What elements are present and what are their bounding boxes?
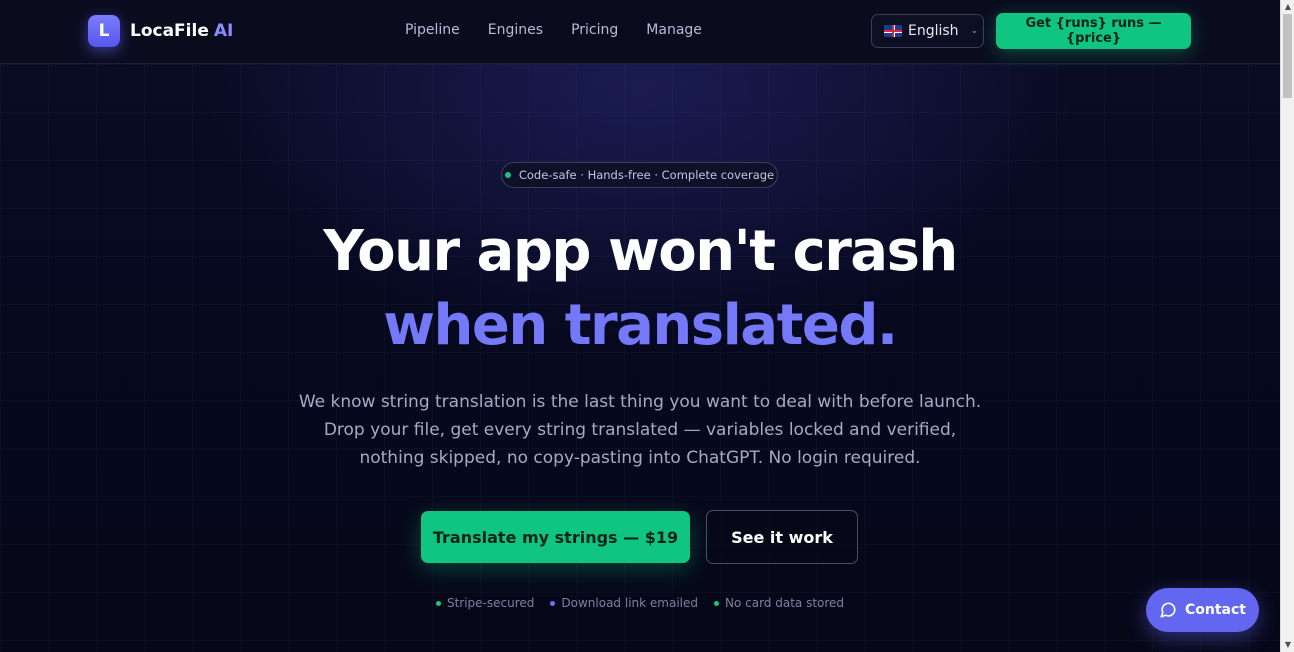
main-nav: Pipeline Engines Pricing Manage (405, 22, 702, 38)
logo-mark-icon: L (88, 15, 120, 47)
feature-pill-text: Code-safe · Hands-free · Complete covera… (518, 168, 775, 182)
hero-headline-accent: when translated. (383, 293, 898, 358)
scroll-thumb[interactable] (1283, 14, 1292, 98)
nav-link-engines[interactable]: Engines (488, 22, 543, 38)
trust-item-label: No card data stored (724, 596, 845, 610)
hero-headline: Your app won't crash (323, 219, 958, 284)
top-navbar: L LocaFile AI Pipeline Engines Pricing M… (0, 0, 1280, 64)
contact-button[interactable]: Contact (1146, 588, 1259, 632)
brand-logo[interactable]: L LocaFile AI (88, 15, 233, 47)
hero-subtext: We know string translation is the last t… (298, 392, 982, 468)
chevron-down-icon: ⌄ (970, 26, 979, 36)
brand-name: LocaFile (130, 21, 209, 41)
trust-badges: Stripe-secured Download link emailed No … (0, 596, 1280, 610)
trust-item: No card data stored (713, 596, 845, 610)
dot-icon (435, 600, 441, 606)
scroll-up-arrow-icon[interactable]: ▲ (1281, 0, 1294, 14)
language-select[interactable]: English ⌄ (871, 14, 984, 48)
trust-item: Stripe-secured (435, 596, 535, 610)
scroll-down-arrow-icon[interactable]: ▼ (1281, 638, 1294, 652)
uk-flag-icon (884, 25, 902, 37)
language-label: English (908, 23, 959, 39)
dot-icon (713, 600, 719, 606)
page: L LocaFile AI Pipeline Engines Pricing M… (0, 0, 1280, 652)
trust-item-label: Download link emailed (561, 596, 698, 610)
contact-label: Contact (1185, 602, 1246, 618)
chat-bubble-icon (1160, 602, 1176, 618)
see-it-work-button[interactable]: See it work (706, 510, 858, 564)
dot-icon (550, 600, 556, 606)
nav-link-pricing[interactable]: Pricing (571, 22, 618, 38)
trust-item-label: Stripe-secured (446, 596, 535, 610)
nav-link-pipeline[interactable]: Pipeline (405, 22, 460, 38)
trust-item: Download link emailed (550, 596, 698, 610)
vertical-scrollbar[interactable]: ▲ ▼ (1280, 0, 1294, 652)
get-runs-button[interactable]: Get {runs} runs — {price} (996, 13, 1191, 49)
nav-link-manage[interactable]: Manage (646, 22, 702, 38)
translate-strings-button[interactable]: Translate my strings — $19 (421, 511, 690, 563)
feature-pill: Code-safe · Hands-free · Complete covera… (501, 162, 778, 188)
brand-suffix: AI (213, 21, 234, 41)
status-dot-icon (504, 172, 511, 178)
